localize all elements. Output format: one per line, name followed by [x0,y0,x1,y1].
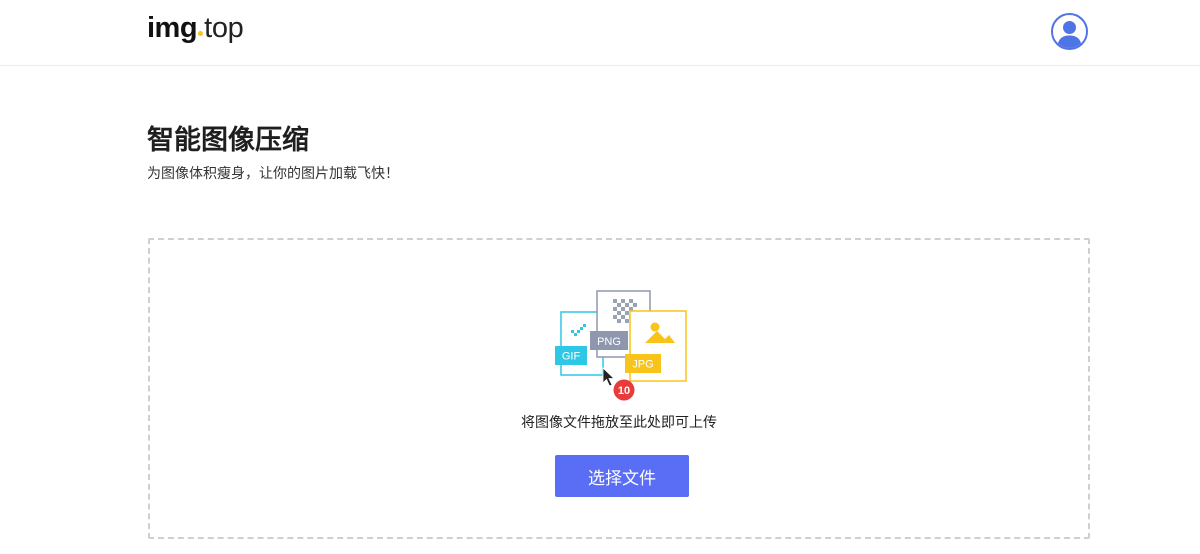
drop-hint-text: 将图像文件拖放至此处即可上传 [521,415,717,431]
logo-sub-text: top [204,12,244,44]
person-silhouette-icon [1057,21,1082,48]
jpg-label: JPG [632,359,653,371]
logo-main-text: img [147,12,198,44]
jpg-file-card: JPG [625,310,687,382]
file-count-badge: 10 [613,379,635,401]
top-nav: img top [0,0,1200,66]
upload-dropzone[interactable]: GIF PNG JPG 10 将图像文件拖放至此处即可上传 选择文件 [148,238,1090,539]
cursor-arrow-icon [602,367,615,387]
logo[interactable]: img top [147,12,244,48]
choose-file-button[interactable]: 选择文件 [555,455,689,497]
png-label: PNG [597,336,621,348]
gif-label: GIF [562,351,581,363]
file-formats-illustration: GIF PNG JPG 10 [555,290,687,401]
page-title: 智能图像压缩 [147,125,309,156]
page-subtitle: 为图像体积瘦身，让你的图片加载飞快！ [147,166,399,182]
badge-count: 10 [618,385,630,397]
user-avatar-icon[interactable] [1051,13,1088,50]
logo-dot [198,31,204,36]
